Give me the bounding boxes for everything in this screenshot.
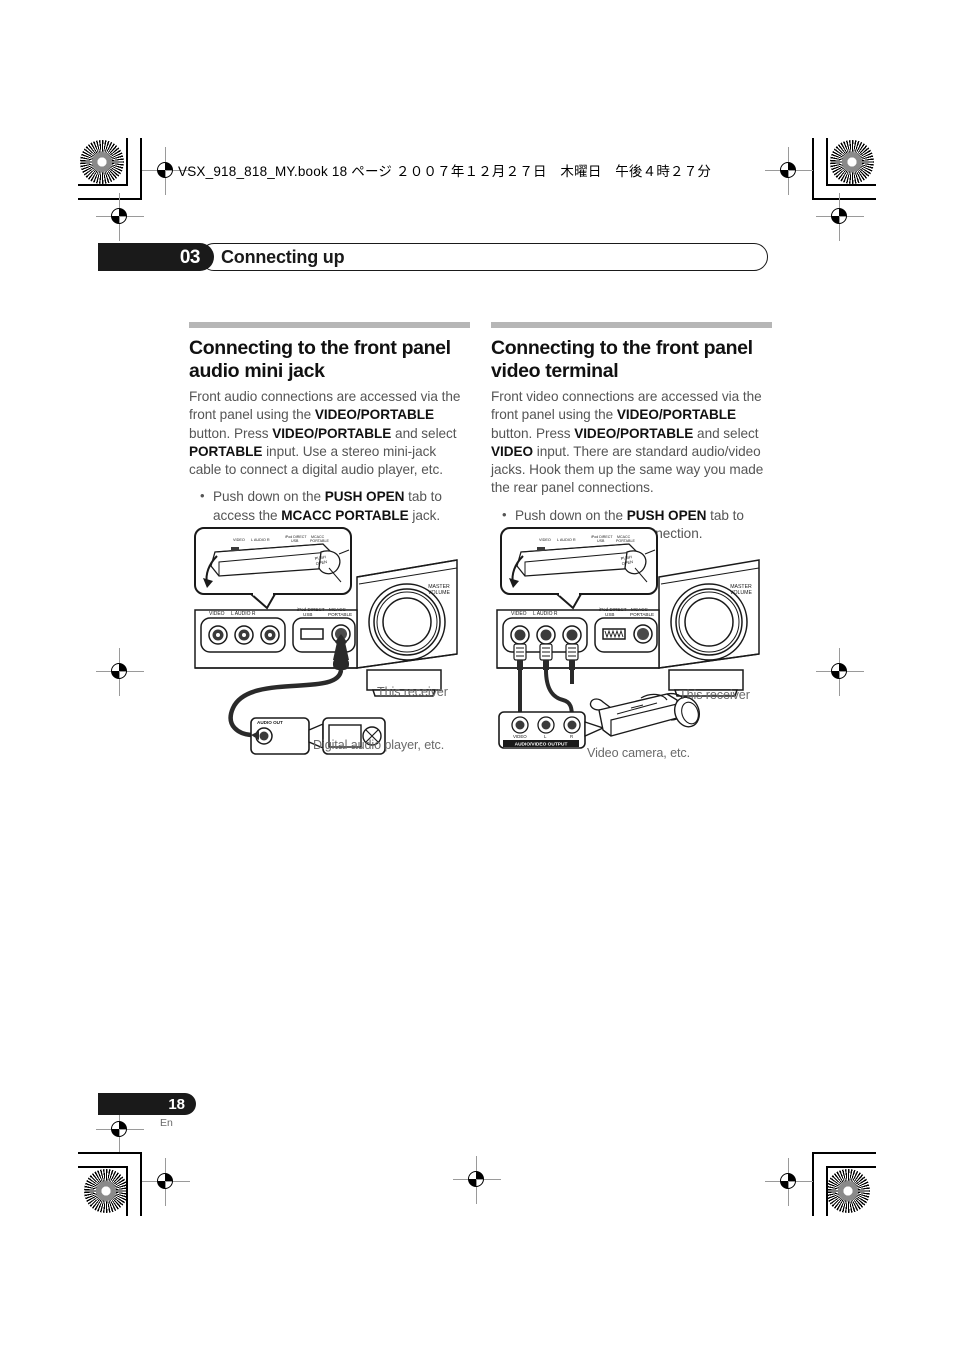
left-section-bullet-list: Push down on the PUSH OPEN tab to access… [189,487,470,525]
left-figure-caption-receiver: This receiver [377,685,448,699]
registration-target-bottom-left [84,1169,128,1213]
right-section-heading: Connecting to the front panel video term… [491,337,753,382]
svg-text:AUDIO/VIDEO OUTPUT: AUDIO/VIDEO OUTPUT [515,742,568,748]
crop-mark-top-right-h [826,184,876,186]
left-figure-audio-mini-jack: MASTER VOLUME VIDEO L AUDIO R iPod DIREC… [189,522,474,767]
svg-text:L AUDIO R: L AUDIO R [533,611,558,617]
crop-mark-top-right-v2 [812,138,814,200]
svg-text:L AUDIO R: L AUDIO R [251,538,270,542]
registration-crosshair-right-upper [816,193,864,241]
svg-text:VOLUME: VOLUME [428,590,450,596]
right-figure-drawing: MASTER VOLUME VIDEO L AUDIO R iPod DIREC… [496,527,760,749]
left-section-paragraph: Front audio connections are accessed via… [189,389,461,478]
crop-mark-bottom-right-h2 [812,1152,876,1154]
crop-mark-top-left-h [78,184,128,186]
source-filename-header: VSX_918_818_MY.book 18 ページ ２００７年１２月２７日 木… [178,164,712,179]
svg-text:VIDEO: VIDEO [511,611,527,617]
svg-text:AUDIO OUT: AUDIO OUT [257,720,283,725]
svg-text:USB: USB [303,612,312,617]
right-figure-caption-device: Video camera, etc. [587,746,690,760]
svg-text:USB: USB [597,539,605,543]
registration-crosshair-left-upper [96,193,144,241]
svg-text:USB: USB [605,612,614,617]
registration-crosshair-right-middle [816,648,864,696]
svg-text:PORTABLE: PORTABLE [630,612,654,617]
svg-text:PORTABLE: PORTABLE [328,612,352,617]
registration-crosshair-left-middle [96,648,144,696]
right-section-paragraph: Front video connections are accessed via… [491,389,764,496]
svg-text:VIDEO: VIDEO [209,611,225,617]
registration-crosshair-bottom-left [142,1158,190,1206]
svg-text:VOLUME: VOLUME [730,590,752,596]
crop-mark-top-right-v [826,138,828,186]
chapter-number: 03 [179,246,201,268]
chapter-number-badge: 03 [98,243,214,271]
left-figure-caption-device: Digital audio player, etc. [313,738,445,752]
section-rule [189,322,470,328]
crop-mark-bottom-left-v [126,1166,128,1216]
right-figure-caption-receiver: This receiver [679,688,750,702]
registration-target-top-left [80,140,124,184]
section-rule [491,322,772,328]
page-title: Connecting up [221,246,345,267]
svg-text:R: R [570,734,573,739]
registration-crosshair-bottom-right [765,1158,813,1206]
page-language-code: En [160,1117,173,1129]
chapter-title-pill: Connecting up [200,243,768,271]
page-number: 18 [168,1095,185,1113]
left-section-heading: Connecting to the front panel audio mini… [189,337,451,382]
svg-text:VIDEO: VIDEO [513,734,527,739]
registration-target-bottom-right [826,1169,870,1213]
registration-crosshair-left-lower [96,1106,144,1154]
svg-text:USB: USB [291,539,299,543]
crop-mark-bottom-right-v [826,1166,828,1216]
registration-crosshair-top-right [765,147,813,195]
crop-mark-bottom-left-h [78,1166,128,1168]
left-column: Connecting to the front panel audio mini… [189,322,470,525]
registration-crosshair-bottom-center [453,1156,501,1204]
crop-mark-top-left-v [126,138,128,186]
svg-text:L AUDIO R: L AUDIO R [557,538,576,542]
left-figure-drawing: MASTER VOLUME VIDEO L AUDIO R iPod DIREC… [194,527,458,755]
page-number-badge: 18 [98,1093,196,1115]
right-column: Connecting to the front panel video term… [491,322,772,543]
crop-mark-top-left-v2 [140,138,142,200]
svg-text:VIDEO: VIDEO [539,538,551,542]
svg-text:PORTABLE: PORTABLE [616,539,635,543]
bullet-item: Push down on the PUSH OPEN tab to access… [189,487,470,525]
crop-mark-bottom-right-h [826,1166,876,1168]
crop-mark-bottom-left-h2 [78,1152,142,1154]
crop-mark-bottom-right-v2 [812,1152,814,1216]
registration-target-top-right [830,140,874,184]
svg-text:VIDEO: VIDEO [233,538,245,542]
right-figure-video-terminal: MASTER VOLUME VIDEO L AUDIO R iPod DIREC… [491,522,776,772]
svg-text:PORTABLE: PORTABLE [310,539,329,543]
crop-mark-bottom-left-v2 [140,1152,142,1216]
svg-text:L AUDIO R: L AUDIO R [231,611,256,617]
